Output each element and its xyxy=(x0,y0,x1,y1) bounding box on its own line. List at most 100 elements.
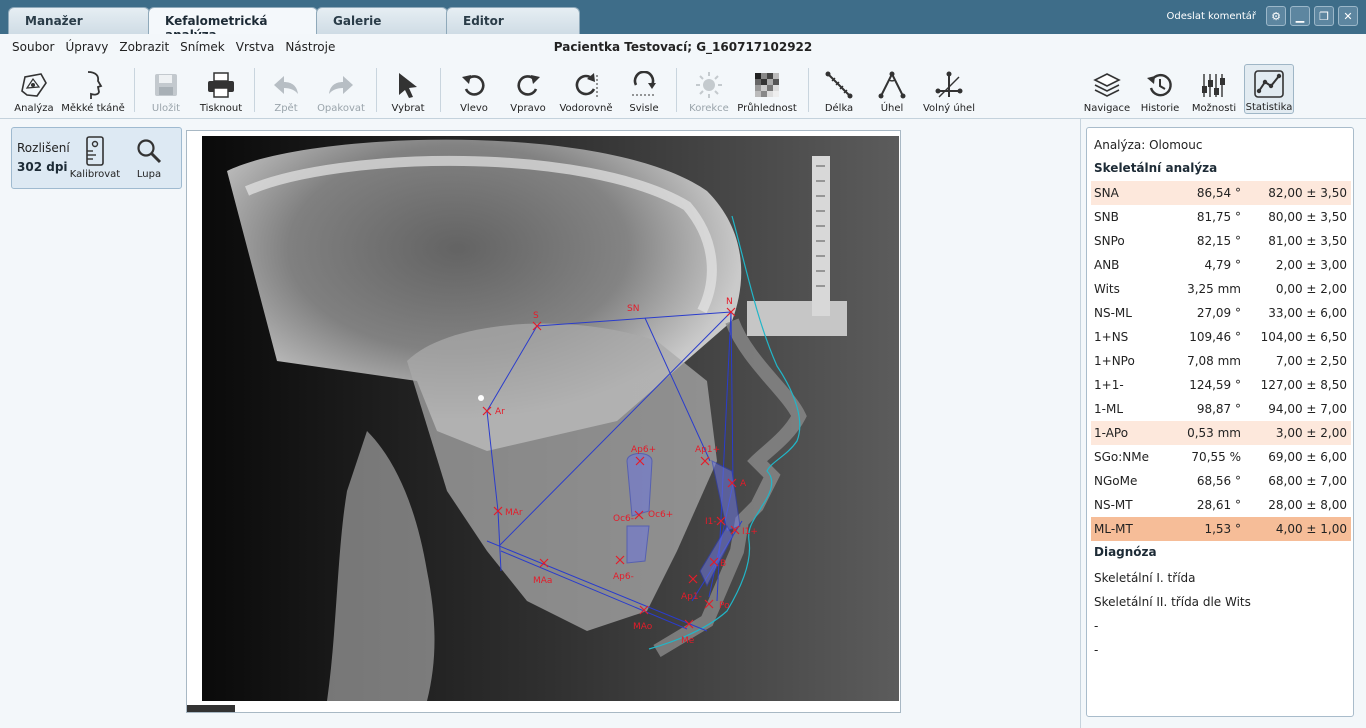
menu-vrstva[interactable]: Vrstva xyxy=(236,40,275,54)
title-bar: Manažer Kefalometrická analýza Galerie E… xyxy=(0,0,1366,42)
skull-analysis-icon xyxy=(18,70,50,100)
transparency-grid-icon xyxy=(751,70,783,100)
sliders-icon xyxy=(1198,70,1230,100)
landmark-Oc6-lower: Oc6- xyxy=(613,514,634,524)
undo-arrow-icon xyxy=(270,70,302,100)
table-row: NS-ML 27,09 ° 33,00 ± 6,00 xyxy=(1094,306,1347,320)
rotate-right-icon xyxy=(512,70,544,100)
window-controls: Odeslat komentář ⚙ ▁ ❐ ✕ xyxy=(1166,6,1358,26)
lower-molar-outline xyxy=(626,525,650,564)
panel-divider xyxy=(1080,119,1081,728)
xray-canvas[interactable]: S SN N Ar MAr MAa MAo Me Ap6+ Ap1+ A Oc6… xyxy=(186,130,901,713)
toolbar-separator xyxy=(254,68,255,112)
table-row: NS-MT 28,61 ° 28,00 ± 8,00 xyxy=(1094,498,1347,512)
table-row: 1-ML 98,87 ° 94,00 ± 7,00 xyxy=(1094,402,1347,416)
table-row: SGo:NMe 70,55 % 69,00 ± 6,00 xyxy=(1094,450,1347,464)
vpravo-button[interactable]: Vpravo xyxy=(508,64,548,114)
ulozit-button[interactable]: Uložit xyxy=(146,64,186,114)
measurement-table: SNA 86,54 ° 82,00 ± 3,50 SNB 81,75 ° 80,00 ±… xyxy=(1091,181,1351,541)
tisknout-button[interactable]: Tisknout xyxy=(198,64,244,114)
svisle-button[interactable]: Svisle xyxy=(624,64,664,114)
gear-icon: ⚙ xyxy=(1271,9,1281,23)
diagnosis-list: Skeletální I. třída Skeletální II. třída… xyxy=(1094,566,1349,662)
uhel-button[interactable]: Úhel xyxy=(876,64,908,114)
landmark-N: N xyxy=(726,297,733,307)
tab-galerie[interactable]: Galerie xyxy=(316,7,448,34)
landmark-Ap1-lower: Ap1- xyxy=(681,592,702,602)
tab-editor[interactable]: Editor xyxy=(446,7,580,34)
lupa-button[interactable]: Lupa xyxy=(122,136,176,180)
landmark-MAo: MAo xyxy=(633,622,653,632)
statistika-button[interactable]: Statistika xyxy=(1244,64,1294,114)
free-angle-icon xyxy=(933,70,965,100)
table-row: ML-MT 1,53 ° 4,00 ± 1,00 xyxy=(1091,517,1351,541)
diagnosis-heading: Diagnóza xyxy=(1094,545,1157,559)
historie-button[interactable]: Historie xyxy=(1140,64,1180,114)
toolbar-separator xyxy=(376,68,377,112)
flip-horizontal-icon xyxy=(570,70,602,100)
minimize-icon: ▁ xyxy=(1295,9,1305,23)
cursor-arrow-icon xyxy=(392,70,424,100)
layers-icon xyxy=(1091,70,1123,100)
statistics-panel: Analýza: Olomouc Skeletální analýza SNA 8… xyxy=(1086,127,1354,717)
korekce-button[interactable]: Korekce xyxy=(688,64,730,114)
skeletal-analysis-heading: Skeletální analýza xyxy=(1094,161,1218,175)
table-row: NGoMe 68,56 ° 68,00 ± 7,00 xyxy=(1094,474,1347,488)
length-measure-icon xyxy=(823,70,855,100)
cephalogram-svg[interactable]: S SN N Ar MAr MAa MAo Me Ap6+ Ap1+ A Oc6… xyxy=(187,131,900,712)
table-row: 1+NPo 7,08 mm 7,00 ± 2,50 xyxy=(1094,354,1347,368)
menu-soubor[interactable]: Soubor xyxy=(12,40,54,54)
analyza-button[interactable]: Analýza xyxy=(14,64,54,114)
menu-zobrazit[interactable]: Zobrazit xyxy=(119,40,169,54)
landmark-MAa: MAa xyxy=(533,576,552,586)
landmark-Ap6-lower: Ap6- xyxy=(613,572,634,582)
close-button[interactable]: ✕ xyxy=(1338,6,1358,26)
minimize-button[interactable]: ▁ xyxy=(1290,6,1310,26)
menu-snimek[interactable]: Snímek xyxy=(180,40,225,54)
restore-button[interactable]: ❐ xyxy=(1314,6,1334,26)
angle-measure-icon xyxy=(876,70,908,100)
landmark-I1-lower: I1- xyxy=(705,517,717,527)
history-clock-icon xyxy=(1144,70,1176,100)
mekke-tkane-button[interactable]: Měkké tkáně xyxy=(61,64,125,114)
landmark-Oc6-upper: Oc6+ xyxy=(648,510,673,520)
table-row: ANB 4,79 ° 2,00 ± 3,00 xyxy=(1094,258,1347,272)
menu-nastroje[interactable]: Nástroje xyxy=(285,40,335,54)
scale-bar xyxy=(187,705,235,712)
vodorovne-button[interactable]: Vodorovně xyxy=(558,64,614,114)
ruler-calibrate-icon xyxy=(85,136,105,166)
delka-button[interactable]: Délka xyxy=(822,64,856,114)
vybrat-button[interactable]: Vybrat xyxy=(388,64,428,114)
moznosti-button[interactable]: Možnosti xyxy=(1192,64,1236,114)
kalibrovat-button[interactable]: Kalibrovat xyxy=(68,136,122,180)
opakovat-button[interactable]: Opakovat xyxy=(314,64,368,114)
printer-icon xyxy=(205,70,237,100)
table-row: 1+1- 124,59 ° 127,00 ± 8,50 xyxy=(1094,378,1347,392)
toolbar-separator xyxy=(676,68,677,112)
patient-name: Pacientka Testovací; G_160717102922 xyxy=(553,40,813,54)
brightness-sun-icon xyxy=(693,70,725,100)
pruhlednost-button[interactable]: Průhlednost xyxy=(737,64,797,114)
zpet-button[interactable]: Zpět xyxy=(268,64,304,114)
list-item: - xyxy=(1094,643,1099,657)
toolbar-separator xyxy=(440,68,441,112)
landmark-SN: SN xyxy=(627,304,639,314)
menu-upravy[interactable]: Úpravy xyxy=(65,40,108,54)
save-icon xyxy=(150,70,182,100)
landmark-S: S xyxy=(533,311,539,321)
vlevo-button[interactable]: Vlevo xyxy=(456,64,492,114)
table-row: Wits 3,25 mm 0,00 ± 2,00 xyxy=(1094,282,1347,296)
rotate-left-icon xyxy=(458,70,490,100)
table-row: SNPo 82,15 ° 81,00 ± 3,50 xyxy=(1094,234,1347,248)
navigace-button[interactable]: Navigace xyxy=(1084,64,1130,114)
landmark-Po: Po xyxy=(719,601,730,611)
list-item: Skeletální II. třída dle Wits xyxy=(1094,595,1251,609)
tab-kefalometricka-analyza[interactable]: Kefalometrická analýza xyxy=(148,7,318,42)
volny-uhel-button[interactable]: Volný úhel xyxy=(922,64,976,114)
landmark-B: B xyxy=(720,559,726,569)
analysis-title: Analýza: Olomouc xyxy=(1094,138,1203,152)
tab-manazer[interactable]: Manažer xyxy=(8,7,150,34)
feedback-link[interactable]: Odeslat komentář xyxy=(1166,11,1256,22)
statistics-chart-icon xyxy=(1253,69,1285,99)
settings-button[interactable]: ⚙ xyxy=(1266,6,1286,26)
